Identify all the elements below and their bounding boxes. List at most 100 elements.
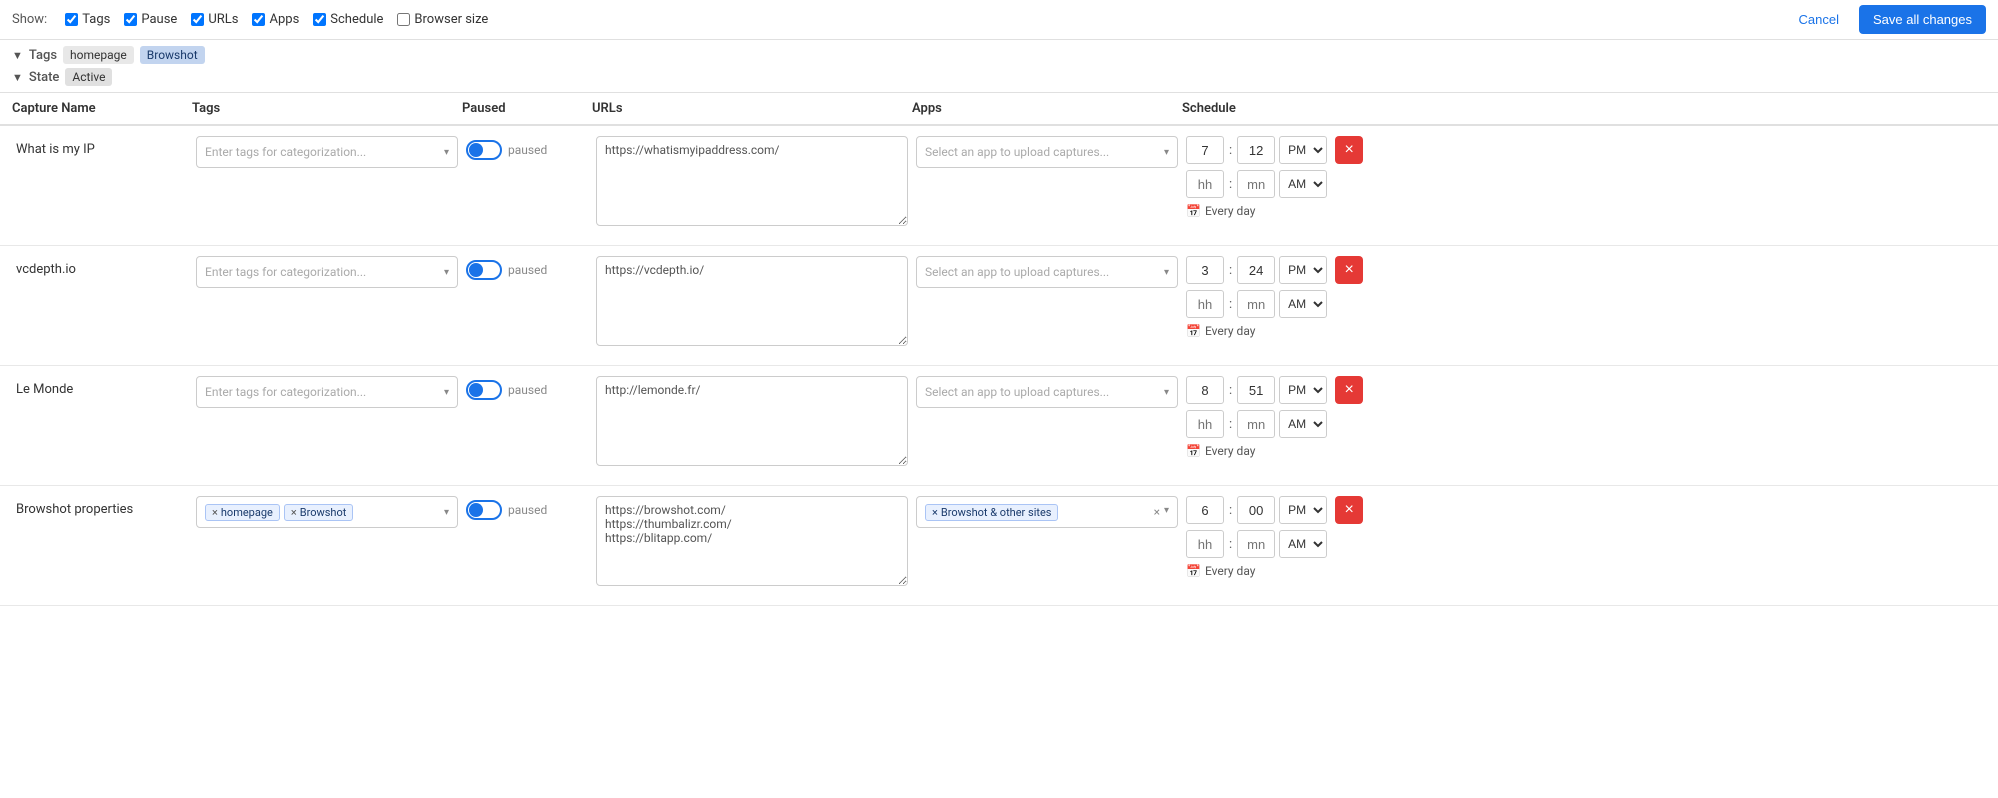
tag-badge-homepage: × homepage — [205, 504, 280, 521]
chevron-down-icon: ▾ — [444, 267, 449, 278]
cancel-button[interactable]: Cancel — [1787, 6, 1851, 33]
filter-pause[interactable]: Pause — [124, 12, 177, 27]
app-select-4[interactable]: × Browshot & other sites × ▾ — [916, 496, 1178, 528]
urls-cell-2: https://vcdepth.io/ — [592, 256, 912, 350]
filter-tags[interactable]: Tags — [65, 12, 110, 27]
table-row: vcdepth.io Enter tags for categorization… — [0, 246, 1998, 366]
schedule-min-4[interactable] — [1237, 496, 1275, 524]
state-filter-label: State — [29, 70, 60, 85]
schedule-min-3[interactable] — [1237, 376, 1275, 404]
paused-label-3: paused — [508, 383, 547, 397]
calendar-icon: 📅 — [1186, 564, 1201, 578]
calendar-icon: 📅 — [1186, 324, 1201, 338]
filter-apps[interactable]: Apps — [252, 12, 299, 27]
schedule-min-4b[interactable] — [1237, 530, 1275, 558]
recurrence-1: 📅 Every day — [1186, 204, 1982, 218]
schedule-ampm-1b[interactable]: AMPM — [1279, 170, 1327, 198]
table-row: Browshot properties × homepage × Browsho… — [0, 486, 1998, 606]
tags-cell-4: × homepage × Browshot ▾ — [192, 496, 462, 528]
url-input-2[interactable]: https://vcdepth.io/ — [596, 256, 908, 346]
state-filter-icon: ▼ — [12, 71, 23, 84]
delete-schedule-2[interactable]: × — [1335, 256, 1363, 284]
schedule-min-3b[interactable] — [1237, 410, 1275, 438]
filter-row: ▼ Tags homepage Browshot ▼ State Active — [0, 40, 1998, 93]
urls-cell-1: https://whatismyipaddress.com/ — [592, 136, 912, 230]
remove-tag-homepage[interactable]: × — [212, 506, 218, 519]
remove-app-badge[interactable]: × — [932, 506, 938, 519]
col-urls: URLs — [592, 101, 912, 116]
top-actions: Cancel Save all changes — [1787, 5, 1986, 34]
chevron-down-icon: ▾ — [1164, 267, 1169, 278]
col-schedule: Schedule — [1182, 101, 1986, 116]
schedule-ampm-4b[interactable]: AMPM — [1279, 530, 1327, 558]
schedule-ampm-3[interactable]: PMAM — [1279, 376, 1327, 404]
chevron-down-icon: ▾ — [444, 507, 449, 518]
capture-name-1: What is my IP — [12, 136, 192, 157]
delete-schedule-1[interactable]: × — [1335, 136, 1363, 164]
schedule-min-2b[interactable] — [1237, 290, 1275, 318]
schedule-hour-1[interactable] — [1186, 136, 1224, 164]
schedule-ampm-3b[interactable]: AMPM — [1279, 410, 1327, 438]
chevron-down-icon: ▾ — [444, 387, 449, 398]
tag-chip-homepage: homepage — [63, 46, 134, 64]
filter-urls[interactable]: URLs — [191, 12, 238, 27]
schedule-cell-4: : PMAM × : AMPM 📅 Every day — [1182, 496, 1986, 578]
app-select-2[interactable]: Select an app to upload captures... ▾ — [916, 256, 1178, 288]
tags-input-3[interactable]: Enter tags for categorization... ▾ — [196, 376, 458, 408]
pause-toggle-1[interactable] — [466, 140, 502, 160]
pause-toggle-2[interactable] — [466, 260, 502, 280]
schedule-cell-2: : PMAM × : AMPM 📅 Every day — [1182, 256, 1986, 338]
pause-toggle-4[interactable] — [466, 500, 502, 520]
schedule-hour-4[interactable] — [1186, 496, 1224, 524]
url-input-4[interactable]: https://browshot.com/ https://thumbalizr… — [596, 496, 908, 586]
url-input-1[interactable]: https://whatismyipaddress.com/ — [596, 136, 908, 226]
schedule-hour-3[interactable] — [1186, 376, 1224, 404]
tags-input-2[interactable]: Enter tags for categorization... ▾ — [196, 256, 458, 288]
schedule-hour-2[interactable] — [1186, 256, 1224, 284]
schedule-hour-4b[interactable] — [1186, 530, 1224, 558]
recurrence-3: 📅 Every day — [1186, 444, 1982, 458]
chevron-down-icon: ▾ — [444, 147, 449, 158]
tags-input-1[interactable]: Enter tags for categorization... ▾ — [196, 136, 458, 168]
top-bar: Show: Tags Pause URLs Apps Schedule Brow… — [0, 0, 1998, 40]
tags-cell-1: Enter tags for categorization... ▾ — [192, 136, 462, 168]
chevron-down-icon: ▾ — [1164, 147, 1169, 158]
schedule-ampm-4[interactable]: PMAM — [1279, 496, 1327, 524]
col-tags: Tags — [192, 101, 462, 116]
remove-tag-browshot[interactable]: × — [291, 506, 297, 519]
paused-cell-4: paused — [462, 496, 592, 520]
app-select-3[interactable]: Select an app to upload captures... ▾ — [916, 376, 1178, 408]
schedule-min-2[interactable] — [1237, 256, 1275, 284]
clear-icon[interactable]: × — [1154, 505, 1160, 519]
schedule-ampm-2[interactable]: PMAM — [1279, 256, 1327, 284]
schedule-min-1b[interactable] — [1237, 170, 1275, 198]
schedule-hour-2b[interactable] — [1186, 290, 1224, 318]
save-button[interactable]: Save all changes — [1859, 5, 1986, 34]
state-filter-line: ▼ State Active — [12, 68, 1986, 86]
paused-cell-1: paused — [462, 136, 592, 160]
app-select-1[interactable]: Select an app to upload captures... ▾ — [916, 136, 1178, 168]
schedule-hour-1b[interactable] — [1186, 170, 1224, 198]
paused-label-1: paused — [508, 143, 547, 157]
schedule-min-1[interactable] — [1237, 136, 1275, 164]
pause-toggle-3[interactable] — [466, 380, 502, 400]
col-paused: Paused — [462, 101, 592, 116]
apps-cell-2: Select an app to upload captures... ▾ — [912, 256, 1182, 288]
apps-cell-1: Select an app to upload captures... ▾ — [912, 136, 1182, 168]
url-input-3[interactable]: http://lemonde.fr/ — [596, 376, 908, 466]
urls-cell-4: https://browshot.com/ https://thumbalizr… — [592, 496, 912, 590]
schedule-hour-3b[interactable] — [1186, 410, 1224, 438]
schedule-ampm-2b[interactable]: AMPM — [1279, 290, 1327, 318]
tags-input-4[interactable]: × homepage × Browshot ▾ — [196, 496, 458, 528]
recurrence-4: 📅 Every day — [1186, 564, 1982, 578]
delete-schedule-4[interactable]: × — [1335, 496, 1363, 524]
schedule-ampm-1[interactable]: PMAM — [1279, 136, 1327, 164]
table-row: What is my IP Enter tags for categorizat… — [0, 126, 1998, 246]
filter-schedule[interactable]: Schedule — [313, 12, 383, 27]
apps-cell-4: × Browshot & other sites × ▾ — [912, 496, 1182, 528]
capture-name-4: Browshot properties — [12, 496, 192, 517]
apps-cell-3: Select an app to upload captures... ▾ — [912, 376, 1182, 408]
table-row: Le Monde Enter tags for categorization..… — [0, 366, 1998, 486]
delete-schedule-3[interactable]: × — [1335, 376, 1363, 404]
filter-browser-size[interactable]: Browser size — [397, 12, 488, 27]
